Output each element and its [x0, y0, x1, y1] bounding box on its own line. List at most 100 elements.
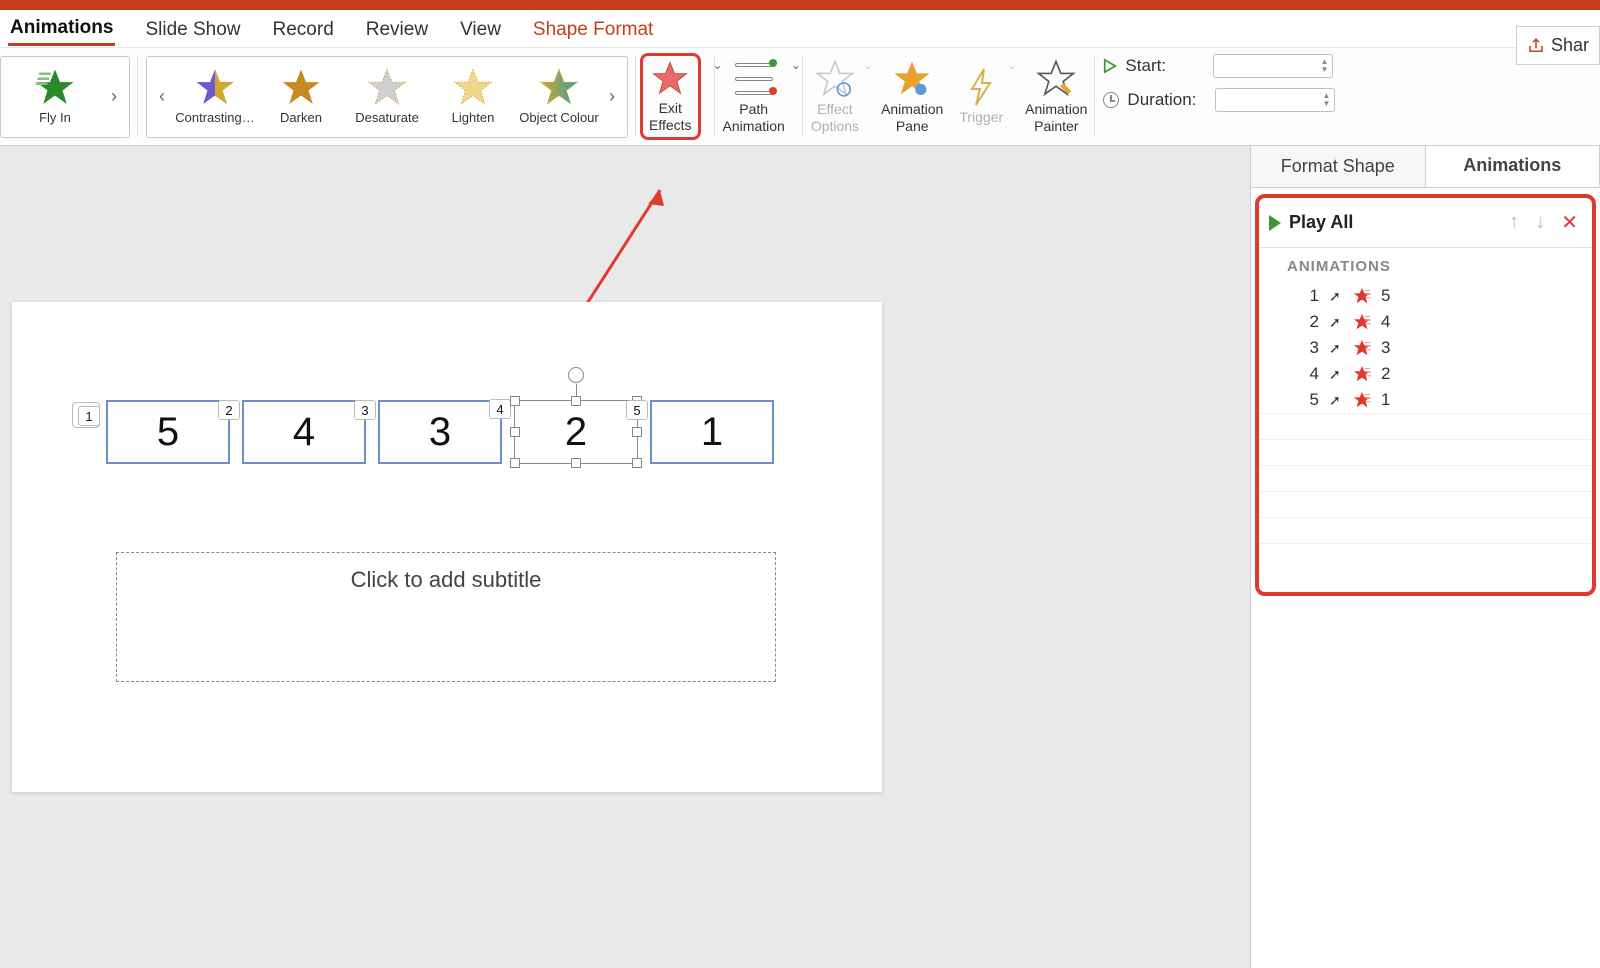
- effect-lighten[interactable]: Lighten: [431, 67, 515, 126]
- effect-object-colour[interactable]: Object Colour: [517, 67, 601, 126]
- star-gear-icon: [892, 59, 932, 99]
- shape-2[interactable]: 2 4: [514, 400, 638, 464]
- rotation-handle[interactable]: [568, 367, 584, 383]
- side-panel-tabs: Format Shape Animations: [1251, 146, 1600, 188]
- tab-animations[interactable]: Animations: [8, 11, 115, 46]
- entrance-gallery-box: Fly In ›: [0, 56, 130, 138]
- effect-label: Fly In: [39, 111, 71, 126]
- animation-pane-button[interactable]: Animation Pane: [873, 48, 951, 145]
- resize-handle[interactable]: [632, 427, 642, 437]
- effect-options-label: Effect Options: [811, 101, 859, 133]
- animation-list-item[interactable]: 1➚5: [1259, 283, 1592, 309]
- animation-order-tag[interactable]: 5: [626, 400, 648, 420]
- shape-text: 2: [565, 410, 587, 455]
- star-gear-icon: [815, 59, 855, 99]
- shape-4[interactable]: 4 2: [242, 400, 366, 464]
- animation-order-tag[interactable]: 3: [354, 400, 376, 420]
- start-row: Start: ▲▼: [1103, 54, 1335, 78]
- slide-canvas[interactable]: 1 5 1 4 2 3 3 2 4 1 5: [12, 302, 882, 792]
- chevron-down-icon: ⌄: [863, 58, 873, 72]
- animation-pane-label: Animation Pane: [881, 101, 943, 133]
- list-item: [1259, 491, 1592, 517]
- shape-3[interactable]: 3 3: [378, 400, 502, 464]
- effect-label: Desaturate: [355, 111, 419, 126]
- animation-painter-button[interactable]: Animation Painter: [1017, 48, 1095, 145]
- entrance-gallery: Fly In ›: [0, 48, 138, 145]
- animations-section-header: ANIMATIONS: [1259, 248, 1592, 283]
- play-all-label[interactable]: Play All: [1289, 212, 1497, 233]
- tab-view[interactable]: View: [458, 13, 503, 45]
- animation-target: 1: [1381, 390, 1390, 410]
- resize-handle[interactable]: [571, 458, 581, 468]
- gallery-next[interactable]: ›: [105, 59, 123, 135]
- share-label: Shar: [1551, 35, 1589, 56]
- start-select[interactable]: ▲▼: [1213, 54, 1333, 78]
- move-down-icon[interactable]: ↓: [1531, 211, 1549, 234]
- duration-row: Duration: ▲▼: [1103, 88, 1335, 112]
- emphasis-gallery-box: ‹ Contrasting… Darken Desaturate Lighten…: [146, 56, 628, 138]
- animation-order: 4: [1305, 364, 1319, 384]
- tab-review[interactable]: Review: [364, 13, 430, 45]
- animation-list-item[interactable]: 2➚4: [1259, 309, 1592, 335]
- exit-effects-group[interactable]: Exit Effects ⌄: [636, 48, 715, 145]
- star-icon: [34, 67, 76, 109]
- duration-input[interactable]: ▲▼: [1215, 88, 1335, 112]
- tab-record[interactable]: Record: [271, 13, 336, 45]
- shape-5[interactable]: 5 1: [106, 400, 230, 464]
- animation-list-item[interactable]: 4 ➚ 2: [1259, 361, 1592, 387]
- spinner-icon: ▲▼: [1321, 58, 1329, 74]
- path-animation-group[interactable]: Path Animation ⌄: [715, 48, 803, 145]
- animation-painter-label: Animation Painter: [1025, 101, 1087, 133]
- list-item: [1259, 439, 1592, 465]
- clock-icon: [1103, 92, 1119, 108]
- animation-target: 4: [1381, 312, 1390, 332]
- resize-handle[interactable]: [571, 396, 581, 406]
- shape-1[interactable]: 1 5: [650, 400, 774, 464]
- resize-handle[interactable]: [632, 458, 642, 468]
- app-titlebar: [0, 0, 1600, 10]
- resize-handle[interactable]: [510, 396, 520, 406]
- effect-desaturate[interactable]: Desaturate: [345, 67, 429, 126]
- shape-text: 4: [293, 410, 315, 455]
- list-item: [1259, 465, 1592, 491]
- animation-order-tag[interactable]: 1: [78, 406, 100, 426]
- lightning-icon: [964, 67, 998, 107]
- subtitle-placeholder[interactable]: Click to add subtitle: [116, 552, 776, 682]
- play-icon[interactable]: [1269, 215, 1281, 231]
- animation-target: 2: [1381, 364, 1390, 384]
- animation-order-tag[interactable]: 4: [489, 399, 511, 419]
- chevron-down-icon[interactable]: ⌄: [791, 58, 801, 72]
- tab-slide-show[interactable]: Slide Show: [143, 13, 242, 45]
- shape-text: 1: [701, 410, 723, 455]
- cursor-icon: ➚: [1329, 288, 1343, 305]
- effect-label: Darken: [280, 111, 322, 126]
- effect-fly-in[interactable]: Fly In: [7, 67, 103, 126]
- tab-shape-format[interactable]: Shape Format: [531, 13, 655, 45]
- move-up-icon[interactable]: ↑: [1505, 211, 1523, 234]
- chevron-down-icon: ⌄: [1007, 58, 1017, 72]
- exit-star-icon: [1353, 287, 1371, 305]
- tab-format-shape[interactable]: Format Shape: [1251, 146, 1426, 187]
- path-animation-label: Path Animation: [723, 101, 785, 133]
- animation-order-tag[interactable]: 2: [218, 400, 240, 420]
- shape-text: 3: [429, 410, 451, 455]
- gallery-next[interactable]: ›: [603, 59, 621, 135]
- animation-target: 5: [1381, 286, 1390, 306]
- close-icon[interactable]: ✕: [1557, 210, 1582, 235]
- cursor-icon: ➚: [1329, 340, 1343, 357]
- resize-handle[interactable]: [510, 458, 520, 468]
- animation-list-item[interactable]: 3➚3: [1259, 335, 1592, 361]
- animation-pane: Play All ↑ ↓ ✕ ANIMATIONS 1➚52➚43➚34➚25➚…: [1255, 194, 1596, 596]
- effect-darken[interactable]: Darken: [259, 67, 343, 126]
- effect-contrasting[interactable]: Contrasting…: [173, 67, 257, 126]
- animation-order: 5: [1305, 390, 1319, 410]
- gallery-prev[interactable]: ‹: [153, 59, 171, 135]
- share-button[interactable]: Shar: [1516, 26, 1600, 65]
- list-item: [1259, 413, 1592, 439]
- resize-handle[interactable]: [510, 427, 520, 437]
- workspace: 1 5 1 4 2 3 3 2 4 1 5: [0, 146, 1600, 968]
- cursor-icon: ➚: [1329, 366, 1343, 383]
- exit-star-icon: [1353, 339, 1371, 357]
- animation-list-item[interactable]: 5➚1: [1259, 387, 1592, 413]
- tab-animations-pane[interactable]: Animations: [1426, 146, 1600, 187]
